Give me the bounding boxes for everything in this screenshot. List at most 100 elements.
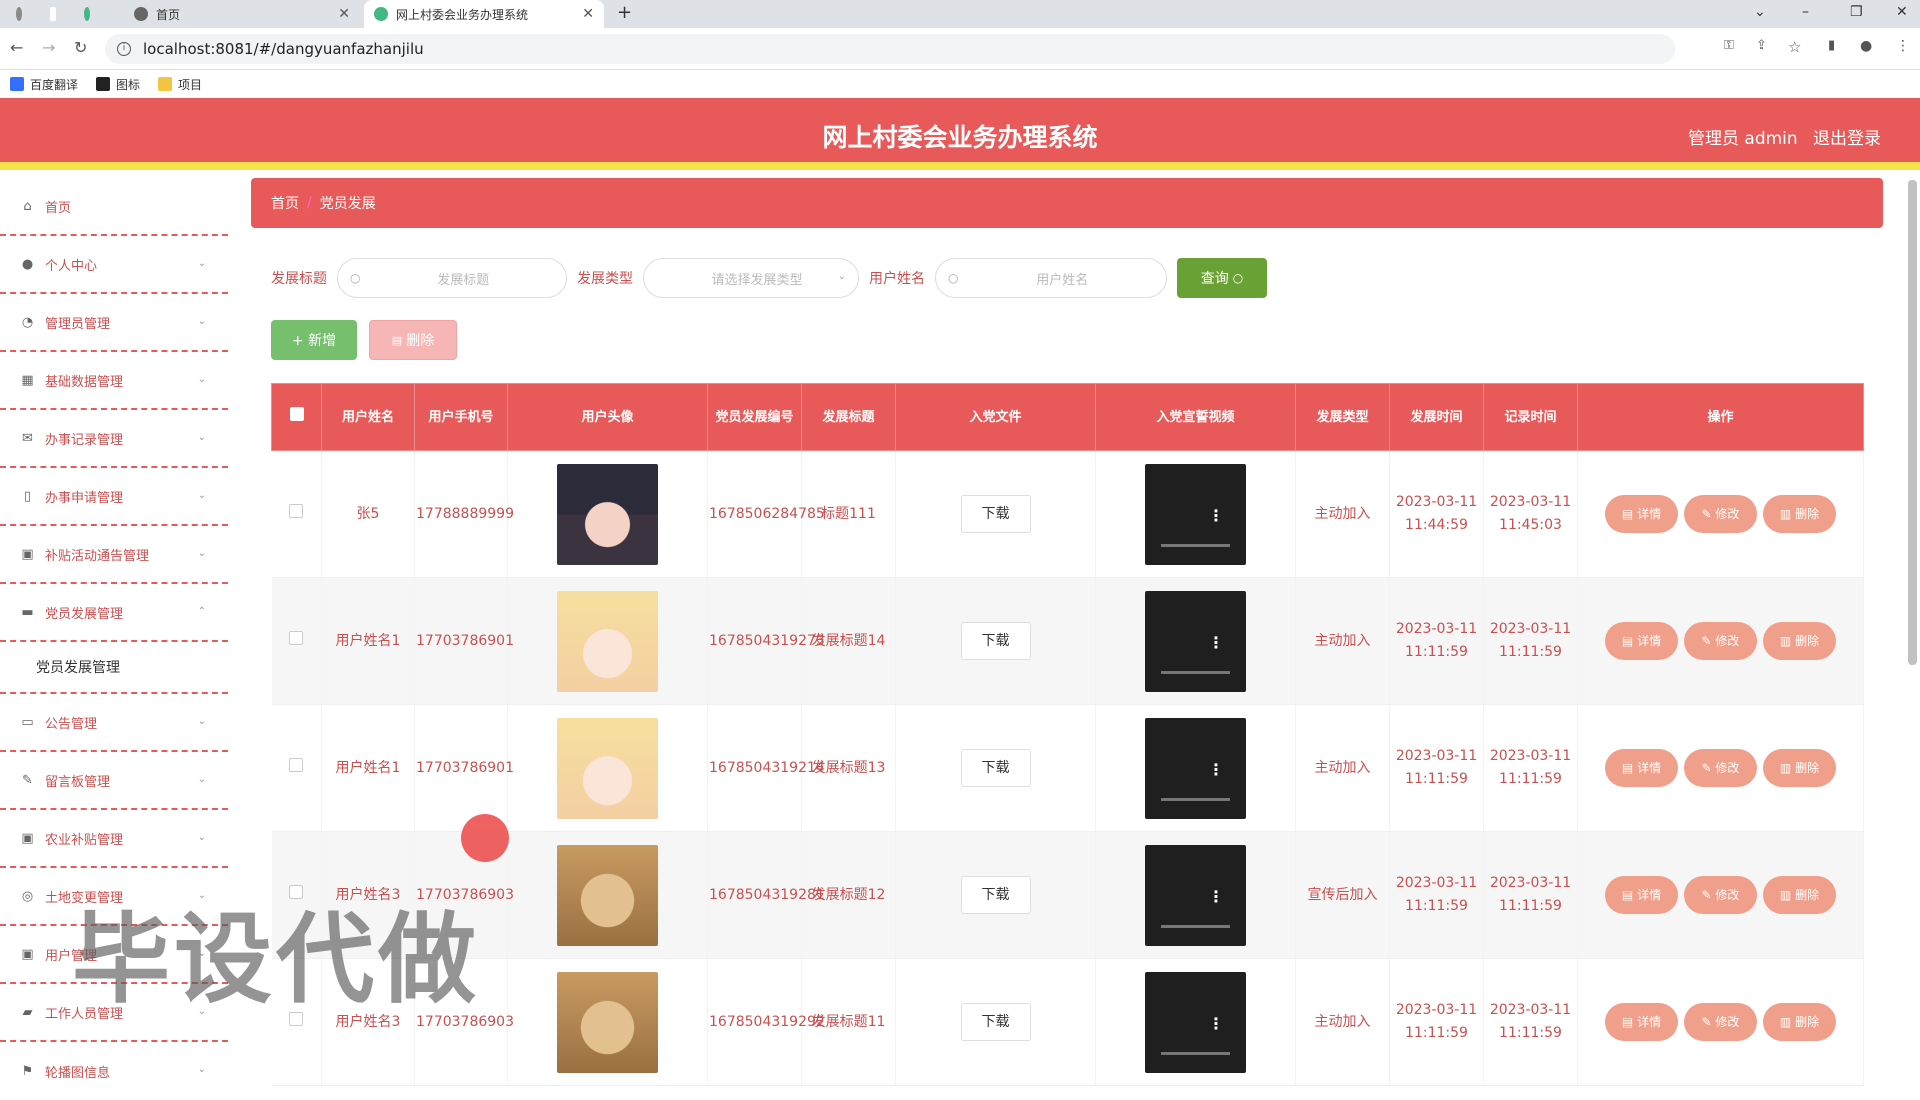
sidebar-item-admins[interactable]: ◔ 管理员管理 ⌄ [0,294,228,352]
edit-button[interactable]: ✎ 修改 [1684,1003,1757,1041]
detail-button[interactable]: ▤ 详情 [1605,622,1678,660]
sidepanel-icon[interactable]: ▮ [1828,38,1835,53]
download-button[interactable]: 下载 [960,749,1031,787]
video-progress-bar[interactable] [1161,543,1230,547]
close-icon[interactable]: ✕ [582,6,594,22]
menu-icon[interactable]: ⋮ [1896,38,1910,54]
share-icon[interactable]: ⇪ [1756,38,1767,53]
avatar[interactable] [557,844,658,946]
reload-icon[interactable]: ↻ [74,38,87,57]
close-icon[interactable]: ✕ [338,6,350,22]
kebab-menu-icon[interactable]: ⋮ [1208,631,1224,654]
detail-button[interactable]: ▤ 详情 [1605,749,1678,787]
delete-button[interactable]: ▥ 删除 [1763,1003,1836,1041]
download-button[interactable]: 下载 [960,1003,1031,1041]
browser-tab-pinned-3[interactable] [74,0,108,28]
video-progress-bar[interactable] [1161,670,1230,674]
video-cell: ⋮ [1095,831,1296,959]
url-text: localhost:8081/#/dangyuanfazhanjilu [143,40,424,58]
column-header: 发展类型 [1295,383,1390,451]
detail-button[interactable]: ▤ 详情 [1605,1003,1678,1041]
back-icon[interactable]: ← [10,38,23,57]
row-checkbox[interactable] [289,503,304,518]
row-checkbox[interactable] [289,630,304,645]
sidebar-subitem-party-dev[interactable]: 党员发展管理 [0,642,228,694]
sidebar-item-home[interactable]: ⌂ 首页 [0,178,228,236]
detail-button[interactable]: ▤ 详情 [1605,495,1678,533]
sidebar-item-records[interactable]: ✉ 办事记录管理 ⌄ [0,410,228,468]
sidebar-item-messages[interactable]: ✎ 留言板管理 ⌄ [0,752,228,810]
bookmark-project[interactable]: 项目 [158,76,202,93]
avatar[interactable] [557,717,658,819]
kebab-menu-icon[interactable]: ⋮ [1208,758,1224,781]
edit-button[interactable]: ✎ 修改 [1684,876,1757,914]
url-field[interactable]: i localhost:8081/#/dangyuanfazhanjilu [105,34,1675,64]
type-filter-select[interactable]: 请选择发展类型 ⌄ [643,258,859,298]
edit-button[interactable]: ✎ 修改 [1684,622,1757,660]
browser-tab-home[interactable]: 首页 ✕ [124,0,360,28]
detail-button[interactable]: ▤ 详情 [1605,876,1678,914]
oath-video-player[interactable]: ⋮ [1145,844,1246,946]
delete-button[interactable]: ▥ 删除 [1763,876,1836,914]
chevron-down-icon[interactable]: ⌄ [1754,4,1766,20]
kebab-menu-icon[interactable]: ⋮ [1208,1012,1224,1035]
sidebar-item-applications[interactable]: ▯ 办事申请管理 ⌄ [0,468,228,526]
kebab-menu-icon[interactable]: ⋮ [1208,885,1224,908]
bookmark-label: 图标 [116,77,141,92]
edit-icon: ✎ [1701,761,1716,775]
delete-label: 删除 [1795,1015,1820,1029]
name-filter-input[interactable]: ○ 用户姓名 [935,258,1167,298]
bookmark-icons[interactable]: 图标 [96,76,140,93]
sidebar-item-party-dev[interactable]: ▬ 党员发展管理 ⌃ [0,584,228,642]
avatar[interactable] [557,590,658,692]
forward-icon[interactable]: → [42,38,55,57]
delete-button[interactable]: ▥ 删除 [1763,749,1836,787]
video-progress-bar[interactable] [1161,797,1230,801]
download-button[interactable]: 下载 [960,876,1031,914]
sidebar-item-notices[interactable]: ▭ 公告管理 ⌄ [0,694,228,752]
dev-type-cell: 主动加入 [1295,704,1390,832]
select-all-checkbox[interactable] [289,407,304,421]
close-window-icon[interactable]: ✕ [1896,4,1908,20]
logout-link[interactable]: 退出登录 [1813,124,1881,149]
key-icon[interactable]: ⚿ [1724,38,1734,53]
sidebar-item-subsidy-notices[interactable]: ▣ 补贴活动通告管理 ⌄ [0,526,228,584]
new-tab-icon[interactable]: + [617,2,632,23]
flag-icon: ⚑ [21,1063,34,1079]
oath-video-player[interactable]: ⋮ [1145,717,1246,819]
sidebar-item-basic-data[interactable]: ▦ 基础数据管理 ⌄ [0,352,228,410]
add-button[interactable]: + 新增 [271,320,357,360]
oath-video-player[interactable]: ⋮ [1145,463,1246,565]
browser-tab-pinned-1[interactable] [6,0,40,28]
kebab-menu-icon[interactable]: ⋮ [1208,504,1224,527]
delete-button[interactable]: ▥ 删除 [1763,622,1836,660]
video-progress-bar[interactable] [1161,924,1230,928]
oath-video-player[interactable]: ⋮ [1145,590,1246,692]
profile-icon[interactable]: ● [1860,38,1872,54]
delete-button[interactable]: ▥ 删除 [1763,495,1836,533]
title-filter-input[interactable]: ○ 发展标题 [337,258,567,298]
download-button[interactable]: 下载 [960,622,1031,660]
row-checkbox[interactable] [289,757,304,772]
avatar[interactable] [557,463,658,565]
browser-tab-pinned-2[interactable] [40,0,74,28]
download-button[interactable]: 下载 [960,495,1031,533]
breadcrumb-home[interactable]: 首页 [271,193,299,213]
batch-delete-button[interactable]: ▤ 删除 [369,320,457,360]
oath-video-player[interactable]: ⋮ [1145,971,1246,1073]
query-button[interactable]: 查询 ○ [1177,258,1267,298]
sidebar-item-profile[interactable]: ● 个人中心 ⌄ [0,236,228,294]
sidebar-item-agri-subsidy[interactable]: ▣ 农业补贴管理 ⌄ [0,810,228,868]
bookmark-baidu-translate[interactable]: 百度翻译 [10,76,78,93]
edit-button[interactable]: ✎ 修改 [1684,495,1757,533]
sidebar-item-carousel[interactable]: ⚑ 轮播图信息 ⌄ [0,1042,228,1100]
user-phone-cell: 17788889999 [414,450,514,578]
star-icon[interactable]: ☆ [1788,38,1801,56]
edit-button[interactable]: ✎ 修改 [1684,749,1757,787]
restore-icon[interactable]: ❐ [1850,4,1863,20]
page-scrollbar[interactable] [1908,180,1917,665]
browser-tab-active[interactable]: 网上村委会业务办理系统 ✕ [364,0,604,28]
minimize-icon[interactable]: – [1802,4,1809,20]
video-progress-bar[interactable] [1161,1051,1230,1055]
avatar[interactable] [557,971,658,1073]
